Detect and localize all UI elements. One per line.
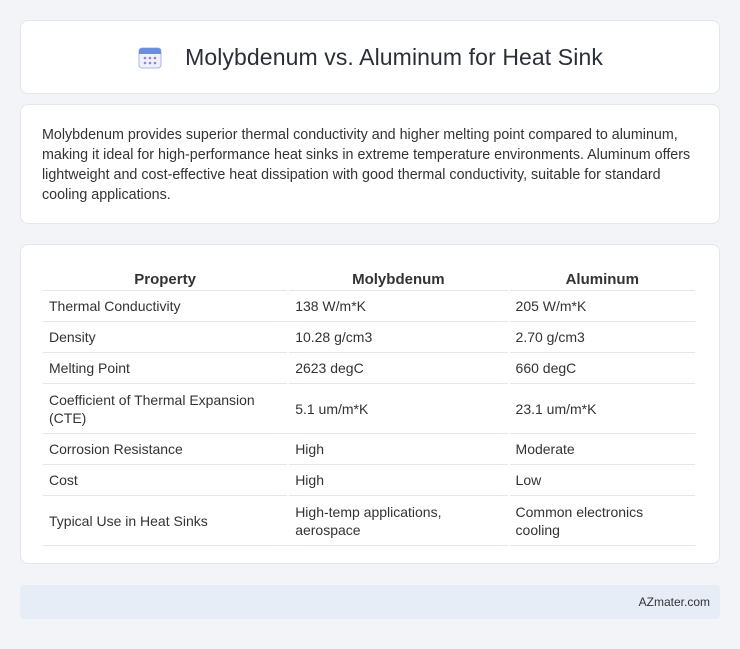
table-cell: Density — [43, 322, 288, 353]
table-cell: High — [289, 465, 508, 496]
footer-bar: AZmater.com — [20, 585, 720, 619]
column-header-property: Property — [43, 265, 288, 291]
table-cell: 138 W/m*K — [289, 291, 508, 322]
table-cell: Melting Point — [43, 353, 288, 384]
footer-brand-link[interactable]: AZmater.com — [639, 595, 710, 609]
table-cell: 205 W/m*K — [509, 291, 695, 322]
table-header-row: Property Molybdenum Aluminum — [43, 265, 695, 291]
column-header-aluminum: Aluminum — [509, 265, 695, 291]
table-cell: 23.1 um/m*K — [509, 384, 695, 434]
page-title: Molybdenum vs. Aluminum for Heat Sink — [185, 43, 603, 70]
table-cell: 5.1 um/m*K — [289, 384, 508, 434]
table-row: Typical Use in Heat Sinks High-temp appl… — [43, 496, 695, 546]
table-cell: 10.28 g/cm3 — [289, 322, 508, 353]
table-cell: Typical Use in Heat Sinks — [43, 496, 288, 546]
table-cell: Moderate — [509, 434, 695, 465]
calendar-icon — [137, 44, 163, 70]
table-row: Thermal Conductivity 138 W/m*K 205 W/m*K — [43, 291, 695, 322]
table-cell: Coefficient of Thermal Expansion (CTE) — [43, 384, 288, 434]
table-row: Coefficient of Thermal Expansion (CTE) 5… — [43, 384, 695, 434]
table-cell: High-temp applications, aerospace — [289, 496, 508, 546]
table-cell: Thermal Conductivity — [43, 291, 288, 322]
table-cell: 2.70 g/cm3 — [509, 322, 695, 353]
table-cell: Cost — [43, 465, 288, 496]
column-header-molybdenum: Molybdenum — [289, 265, 508, 291]
table-cell: Low — [509, 465, 695, 496]
table-cell: High — [289, 434, 508, 465]
summary-text: Molybdenum provides superior thermal con… — [42, 127, 691, 203]
table-cell: Common electronics cooling — [509, 496, 695, 546]
table-cell: Corrosion Resistance — [43, 434, 288, 465]
comparison-table: Property Molybdenum Aluminum Thermal Con… — [41, 265, 697, 546]
table-row: Corrosion Resistance High Moderate — [43, 434, 695, 465]
table-cell: 2623 degC — [289, 353, 508, 384]
table-row: Melting Point 2623 degC 660 degC — [43, 353, 695, 384]
summary-card: Molybdenum provides superior thermal con… — [20, 104, 720, 224]
table-row: Cost High Low — [43, 465, 695, 496]
title-card: Molybdenum vs. Aluminum for Heat Sink — [20, 20, 720, 94]
comparison-table-card: Property Molybdenum Aluminum Thermal Con… — [20, 244, 720, 564]
table-cell: 660 degC — [509, 353, 695, 384]
table-row: Density 10.28 g/cm3 2.70 g/cm3 — [43, 322, 695, 353]
